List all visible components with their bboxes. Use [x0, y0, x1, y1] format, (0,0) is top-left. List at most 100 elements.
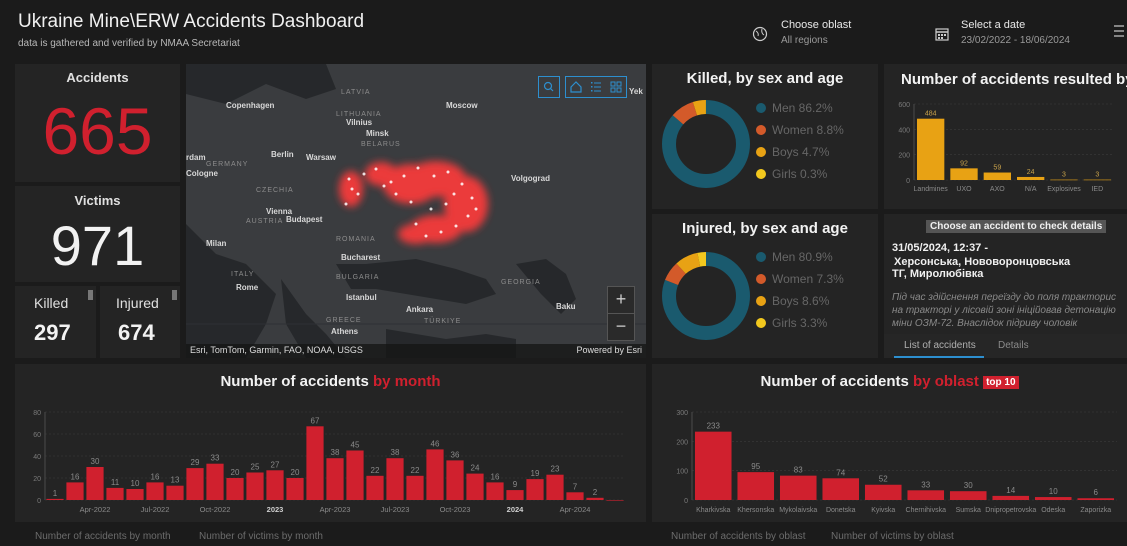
accidents-map[interactable]: LATVIA Moscow Copenhagen LITHUANIA Vilnius Mi…	[186, 64, 646, 358]
tab-accidents-by-month[interactable]: Number of accidents by month	[35, 531, 171, 542]
bar[interactable]	[226, 478, 244, 500]
map-accident-point[interactable]	[444, 202, 448, 206]
killed-legend-item[interactable]: Men 86.2%	[756, 97, 844, 119]
oblast-selector[interactable]: Choose oblast All regions	[750, 17, 900, 49]
bar[interactable]	[950, 168, 978, 180]
bar[interactable]	[606, 500, 624, 501]
tab-victims-by-month[interactable]: Number of victims by month	[199, 531, 323, 542]
zoom-out-button[interactable]: −	[607, 313, 635, 341]
bar[interactable]	[386, 458, 404, 500]
bar[interactable]	[466, 473, 484, 500]
bar[interactable]	[446, 460, 464, 500]
map-canvas[interactable]: LATVIA Moscow Copenhagen LITHUANIAVilnius Mi…	[186, 64, 646, 358]
accident-date[interactable]: 31/05/2024, 12:37 -	[892, 242, 988, 254]
map-label: LATVIA	[341, 89, 371, 96]
bar[interactable]	[907, 490, 945, 500]
bar[interactable]	[46, 498, 64, 500]
bar[interactable]	[1017, 176, 1045, 180]
map-accident-point[interactable]	[389, 180, 393, 184]
bar[interactable]	[506, 490, 524, 500]
bar[interactable]	[86, 467, 104, 500]
map-accident-point[interactable]	[402, 174, 406, 178]
map-accident-point[interactable]	[409, 200, 413, 204]
bar[interactable]	[346, 450, 364, 501]
bar[interactable]	[326, 458, 344, 500]
bar[interactable]	[426, 449, 444, 500]
bar[interactable]	[106, 487, 124, 500]
powered-by-esri[interactable]: Powered by Esri	[576, 345, 642, 355]
map-attribution: Esri, TomTom, Garmin, FAO, NOAA, USGS	[190, 345, 363, 355]
bar[interactable]	[917, 118, 945, 180]
bar[interactable]	[366, 475, 384, 500]
map-accident-point[interactable]	[474, 207, 478, 211]
map-accident-point[interactable]	[460, 182, 464, 186]
x-tick-label: Kharkivska	[696, 507, 730, 514]
map-accident-point[interactable]	[382, 184, 386, 188]
injured-legend-item[interactable]: Girls 3.3%	[756, 312, 844, 334]
bar[interactable]	[1050, 179, 1078, 181]
bar[interactable]	[1083, 179, 1111, 181]
bar[interactable]	[864, 484, 902, 500]
injured-legend-item[interactable]: Boys 8.6%	[756, 290, 844, 312]
killed-legend-item[interactable]: Girls 0.3%	[756, 163, 844, 185]
map-accident-point[interactable]	[439, 230, 443, 234]
map-accident-point[interactable]	[466, 214, 470, 218]
map-accident-point[interactable]	[347, 177, 351, 181]
injured-legend-item[interactable]: Men 80.9%	[756, 246, 844, 268]
injured-legend-item[interactable]: Women 7.3%	[756, 268, 844, 290]
bar[interactable]	[546, 474, 564, 500]
tab-list-of-accidents[interactable]: List of accidents	[894, 334, 984, 358]
bar[interactable]	[126, 489, 144, 500]
map-accident-point[interactable]	[414, 222, 418, 226]
search-map-button[interactable]	[538, 76, 560, 98]
killed-legend-item[interactable]: Boys 4.7%	[756, 141, 844, 163]
bar[interactable]	[1077, 498, 1115, 500]
bar[interactable]	[206, 463, 224, 500]
map-accident-point[interactable]	[362, 172, 366, 176]
map-accident-point[interactable]	[446, 170, 450, 174]
bar[interactable]	[286, 478, 304, 500]
bar[interactable]	[822, 478, 860, 500]
map-accident-point[interactable]	[416, 166, 420, 170]
basemap-gallery-icon[interactable]	[606, 77, 626, 97]
bar[interactable]	[992, 495, 1030, 500]
bar[interactable]	[266, 470, 284, 500]
map-accident-point[interactable]	[344, 202, 348, 206]
menu-icon[interactable]	[1114, 24, 1124, 38]
map-accident-point[interactable]	[394, 192, 398, 196]
bar[interactable]	[983, 172, 1011, 180]
bar[interactable]	[486, 482, 504, 500]
zoom-in-button[interactable]: +	[607, 286, 635, 314]
map-accident-point[interactable]	[350, 187, 354, 191]
map-accident-point[interactable]	[424, 234, 428, 238]
tab-details[interactable]: Details	[998, 340, 1029, 351]
map-accident-point[interactable]	[356, 192, 360, 196]
bar[interactable]	[586, 497, 604, 500]
tab-victims-by-oblast[interactable]: Number of victims by oblast	[831, 531, 954, 542]
bar[interactable]	[694, 431, 732, 500]
bar[interactable]	[566, 492, 584, 500]
layer-list-icon[interactable]	[586, 77, 606, 97]
home-icon[interactable]	[566, 77, 586, 97]
bar[interactable]	[166, 485, 184, 500]
map-accident-point[interactable]	[374, 167, 378, 171]
bar[interactable]	[949, 491, 987, 500]
map-accident-point[interactable]	[452, 192, 456, 196]
killed-legend-item[interactable]: Women 8.8%	[756, 119, 844, 141]
bar[interactable]	[737, 472, 775, 500]
map-accident-point[interactable]	[432, 174, 436, 178]
bar[interactable]	[306, 426, 324, 500]
bar[interactable]	[526, 479, 544, 500]
map-accident-point[interactable]	[470, 196, 474, 200]
map-accident-point[interactable]	[429, 207, 433, 211]
bar[interactable]	[246, 472, 264, 501]
bar[interactable]	[1034, 497, 1072, 500]
tab-accidents-by-oblast[interactable]: Number of accidents by oblast	[671, 531, 806, 542]
bar[interactable]	[66, 482, 84, 500]
map-accident-point[interactable]	[454, 224, 458, 228]
bar[interactable]	[779, 475, 817, 500]
bar[interactable]	[146, 482, 164, 500]
bar[interactable]	[406, 475, 424, 500]
bar[interactable]	[186, 468, 204, 500]
date-selector[interactable]: Select a date 23/02/2022 - 18/06/2024	[932, 17, 1102, 49]
